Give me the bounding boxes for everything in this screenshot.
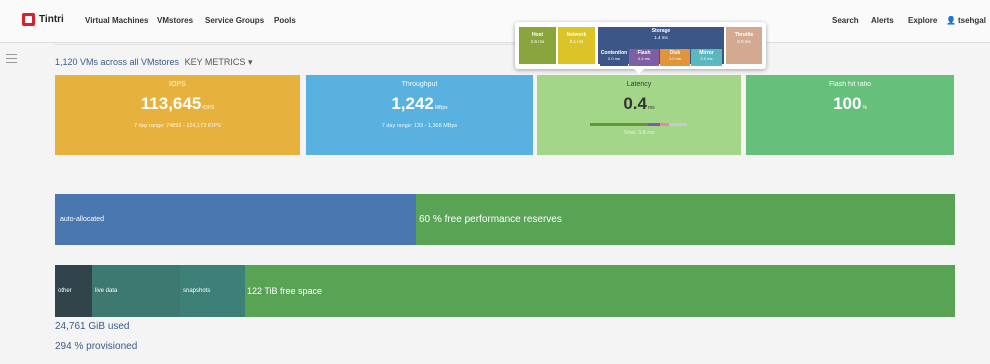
latency-value-row: 0.4ms	[537, 94, 741, 114]
app-name: Tintri	[39, 14, 64, 25]
flash-value: 100	[833, 94, 862, 113]
other-segment: other	[55, 265, 92, 317]
mirror-latency-box: Mirror 0.0 ms	[691, 49, 722, 66]
flash-unit: %	[862, 105, 867, 111]
alerts-link[interactable]: Alerts	[871, 16, 894, 25]
free-performance-segment: 60 % free performance reserves	[416, 194, 955, 245]
throughput-value: 1,242	[391, 94, 434, 113]
snapshots-segment: snapshots	[180, 265, 245, 317]
free-space-segment: 122 TiB free space	[245, 265, 955, 317]
disk-value: 1.0 ms	[668, 56, 681, 61]
latency-value: 0.4	[623, 94, 647, 113]
flash-title: Flash hit ratio	[828, 81, 872, 88]
network-value: 0.1 ms	[569, 38, 584, 44]
nav-vmstores[interactable]: VMstores	[157, 16, 193, 25]
latency-bar-flash-segment	[648, 123, 660, 126]
nav-virtual-machines[interactable]: Virtual Machines	[85, 16, 148, 25]
auto-allocated-segment: auto-allocated	[55, 194, 416, 245]
mirror-value: 0.0 ms	[700, 56, 713, 61]
storage-value: 1.4 ms	[654, 34, 668, 40]
throughput-range: 7 day range: 133 - 1,368 MBps	[381, 123, 458, 129]
latency-total: Total: 3.8 ms	[623, 130, 655, 136]
host-latency-box: Host 2.6 ms	[519, 27, 556, 64]
user-menu[interactable]: 👤 tsehgal	[946, 16, 986, 25]
flash-hit-ratio-card[interactable]: Flash hit ratio 100%	[746, 75, 954, 155]
latency-unit: ms	[647, 105, 655, 111]
latency-breakdown-popup: Host 2.6 ms Network 0.1 ms Storage 1.4 ms C…	[515, 22, 766, 74]
top-navigation-bar: Tintri Virtual Machines VMstores Service…	[0, 0, 990, 43]
user-name: tsehgal	[957, 16, 986, 25]
tintri-logo-icon	[22, 13, 35, 26]
vm-count-text: 1,120 VMs across all VMstores	[55, 57, 180, 67]
iops-card[interactable]: IOPS 113,645IOPS 7 day range: 74892 - 12…	[55, 75, 300, 155]
live-data-segment: live data	[92, 265, 180, 317]
search-link[interactable]: Search	[832, 16, 859, 25]
latency-title: Latency	[626, 81, 652, 88]
hamburger-menu-icon[interactable]	[6, 54, 17, 63]
latency-bar-disk-segment	[660, 123, 669, 126]
vm-summary: 1,120 VMs across all VMstores KEY METRIC…	[55, 57, 252, 68]
iops-title: IOPS	[169, 81, 186, 88]
iops-value: 113,645	[140, 94, 202, 113]
throughput-card[interactable]: Throughput 1,242MBps 7 day range: 133 - …	[306, 75, 533, 155]
iops-unit: IOPS	[202, 105, 215, 111]
nav-service-groups[interactable]: Service Groups	[205, 16, 264, 25]
explore-link[interactable]: Explore	[908, 16, 937, 25]
storage-latency-box: Storage 1.4 ms Contention 0.0 ms Flash 0.4 …	[598, 27, 724, 66]
throughput-unit: MBps	[434, 105, 448, 111]
throttle-latency-box: Throttle 0.0 ms	[726, 27, 762, 64]
contention-box: Contention 0.0 ms	[600, 49, 628, 66]
flash-latency-box: Flash 0.4 ms	[629, 49, 659, 66]
throughput-title: Throughput	[401, 81, 438, 88]
capacity-bar[interactable]: other live data snapshots 122 TiB free s…	[55, 265, 955, 317]
app-logo[interactable]: Tintri	[22, 13, 64, 26]
iops-range: 7 day range: 74892 - 124,173 IOPS	[134, 123, 221, 129]
provisioned-text: 294 % provisioned	[55, 341, 138, 352]
key-metrics-label: KEY METRICS	[184, 57, 246, 67]
throttle-value: 0.0 ms	[737, 38, 751, 44]
nav-pools[interactable]: Pools	[274, 16, 296, 25]
flash-latency-value: 0.4 ms	[637, 56, 650, 61]
space-used-text: 24,761 GiB used	[55, 321, 130, 332]
latency-bar-rest-segment	[669, 123, 687, 126]
latency-breakdown-bar	[590, 123, 687, 126]
contention-value: 0.0 ms	[607, 56, 620, 61]
performance-reserves-bar[interactable]: auto-allocated 60 % free performance res…	[55, 194, 955, 245]
disk-latency-box: Disk 1.0 ms	[660, 49, 690, 66]
key-metrics-dropdown[interactable]: KEY METRICS ▾	[185, 57, 253, 67]
throughput-value-row: 1,242MBps	[306, 94, 533, 114]
latency-card[interactable]: Latency 0.4ms Total: 3.8 ms	[537, 75, 741, 155]
chevron-down-icon: ▾	[247, 57, 253, 67]
host-value: 2.6 ms	[530, 38, 545, 44]
iops-value-row: 113,645IOPS	[55, 94, 300, 114]
flash-value-row: 100%	[746, 94, 954, 114]
user-icon: 👤	[946, 16, 956, 25]
network-latency-box: Network 0.1 ms	[558, 27, 595, 64]
